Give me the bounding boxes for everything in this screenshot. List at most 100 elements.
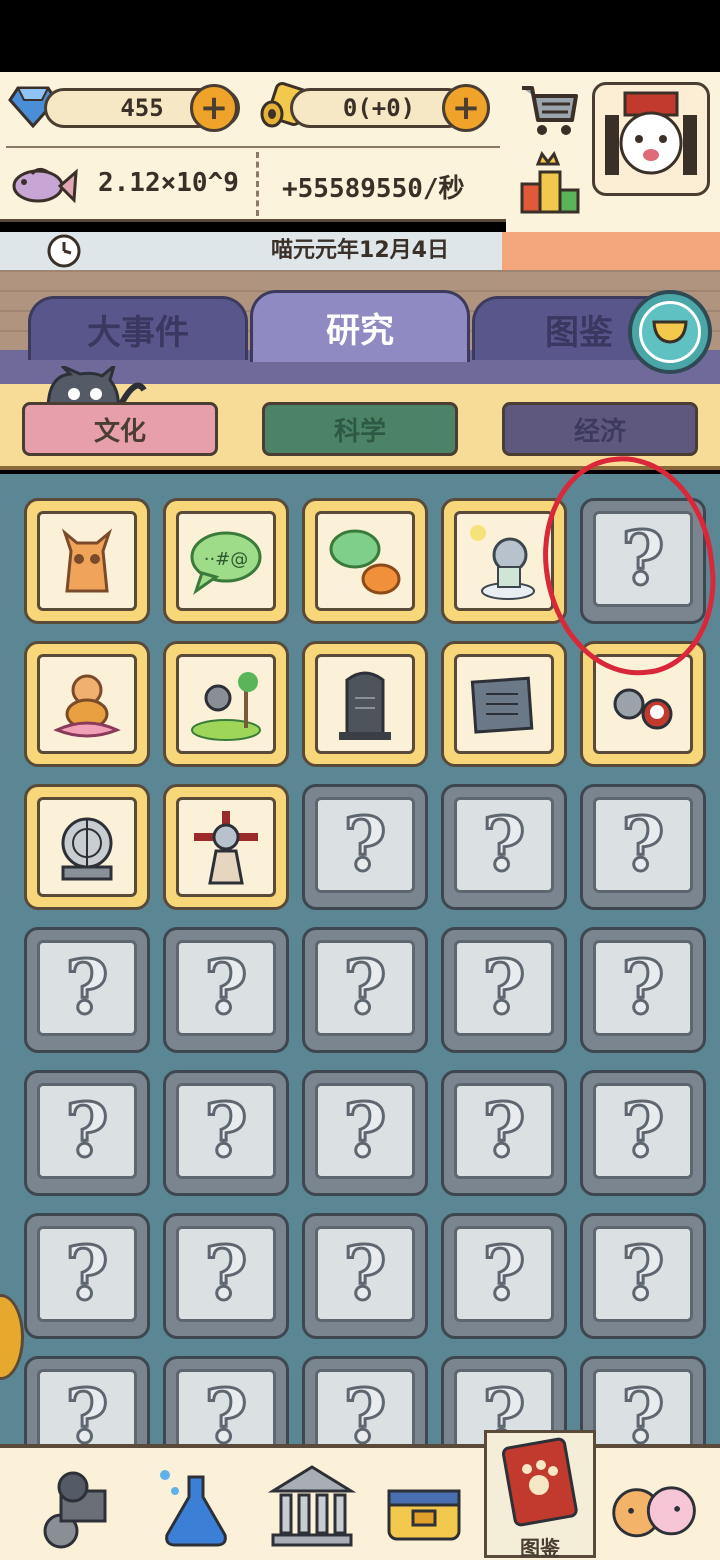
research-item[interactable] [163,784,289,910]
category-science[interactable]: 科学 [262,402,458,456]
tab-label: 大事件 [87,313,189,353]
plus-icon: + [451,88,481,128]
tab-label: 研究 [326,311,394,351]
ranking-button[interactable] [518,150,582,216]
locked-research-item[interactable]: ? [163,927,289,1053]
chevron-down-icon [652,320,688,344]
scroll-tablet-icon [454,654,554,754]
locked-research-item[interactable]: ? [163,1070,289,1196]
svg-text:··#@: ··#@ [204,549,249,570]
research-item[interactable] [24,498,150,624]
locked-research-item[interactable]: ? [302,784,428,910]
fish-total: 2.12×10^9 [98,168,239,198]
research-item[interactable] [24,784,150,910]
locked-research-item[interactable]: ? [163,1213,289,1339]
divider [6,146,500,148]
locked-research-item[interactable]: ? [24,1356,150,1444]
question-mark-icon: ? [593,940,693,1036]
question-mark-icon: ? [176,1083,276,1179]
locked-research-item[interactable]: ? [580,1356,706,1444]
opera-cat-avatar-icon [605,91,697,175]
tab-label: 图鉴 [545,313,613,353]
question-mark-icon: ? [37,1083,137,1179]
locked-research-item[interactable]: ? [580,927,706,1053]
scroll-count-value: 0(+0) [342,94,416,122]
locked-research-item[interactable]: ? [302,1070,428,1196]
nav-cats[interactable] [608,1458,704,1554]
collapse-button[interactable] [628,290,712,374]
cat-statue-icon [37,511,137,611]
locked-research-item[interactable]: ? [24,927,150,1053]
research-item[interactable] [441,641,567,767]
nav-catalog-label: 图鉴 [520,1536,560,1560]
question-mark-icon: ? [593,797,693,893]
locked-research-item[interactable]: ? [441,784,567,910]
locked-research-item[interactable]: ? [580,1213,706,1339]
cloud-cat-icon [454,511,554,611]
tab-events[interactable]: 大事件 [28,296,248,360]
game-date: 喵元元年12月4日 [271,238,449,263]
add-scrolls-button[interactable]: + [442,84,490,132]
question-mark-icon: ? [315,1369,415,1444]
question-mark-icon: ? [315,1083,415,1179]
research-item[interactable] [24,641,150,767]
locked-research-item[interactable]: ? [441,1070,567,1196]
seismograph-icon [37,797,137,897]
add-gems-button[interactable]: + [190,84,238,132]
question-mark-icon: ? [454,940,554,1036]
fish-rate: +55589550/秒 [282,174,465,204]
question-mark-icon: ? [176,1226,276,1322]
gem-count-value: 455 [120,94,164,122]
cart-cat-icon [43,1471,107,1549]
plus-icon: + [199,88,229,128]
locked-research-item[interactable]: ? [24,1070,150,1196]
locked-research-item[interactable]: ? [163,1356,289,1444]
question-mark-icon: ? [37,1226,137,1322]
locked-research-item[interactable]: ? [302,927,428,1053]
question-mark-icon: ? [454,797,554,893]
locked-research-item[interactable]: ? [441,1213,567,1339]
stele-icon [315,654,415,754]
category-label: 经济 [573,416,626,447]
category-label: 科学 [333,416,386,447]
locked-research-item[interactable]: ? [580,784,706,910]
research-item[interactable]: ··#@ [163,498,289,624]
locked-research-item[interactable]: ? [580,1070,706,1196]
question-mark-icon: ? [454,1226,554,1322]
nav-museum[interactable] [264,1458,360,1554]
fish-icon [12,167,78,204]
question-mark-icon: ? [315,940,415,1036]
research-item[interactable] [302,641,428,767]
museum-icon [267,1465,357,1547]
avatar[interactable] [592,82,710,196]
nav-treasure[interactable] [376,1458,472,1554]
category-economy[interactable]: 经济 [502,402,698,456]
shop-cart-button[interactable] [518,80,582,140]
research-item[interactable] [163,641,289,767]
lotus-cat-icon [37,654,137,754]
question-mark-icon: ? [176,940,276,1036]
official-cat-icon [176,797,276,897]
research-item[interactable] [302,498,428,624]
tab-research[interactable]: 研究 [250,290,470,362]
question-mark-icon: ? [454,1083,554,1179]
coin-icon[interactable] [0,1294,24,1380]
nav-cart-cat[interactable] [28,1458,124,1554]
nav-potion[interactable] [148,1458,244,1554]
question-mark-icon: ? [176,1369,276,1444]
question-mark-icon: ? [593,1226,693,1322]
locked-research-item[interactable]: ? [302,1356,428,1444]
category-label: 文化 [93,416,146,447]
catalog-book-icon [501,1437,578,1527]
potion-icon [160,1470,227,1547]
collapse-button-inner [639,301,701,363]
category-culture[interactable]: 文化 [22,402,218,456]
locked-research-item[interactable]: ? [302,1213,428,1339]
locked-research-item[interactable]: ? [441,927,567,1053]
question-mark-icon: ? [593,1369,693,1444]
question-mark-icon: ? [315,797,415,893]
question-mark-icon: ? [315,1226,415,1322]
cats-group-icon [612,1486,696,1538]
locked-research-item[interactable]: ? [24,1213,150,1339]
treasure-box-icon [387,1489,461,1541]
